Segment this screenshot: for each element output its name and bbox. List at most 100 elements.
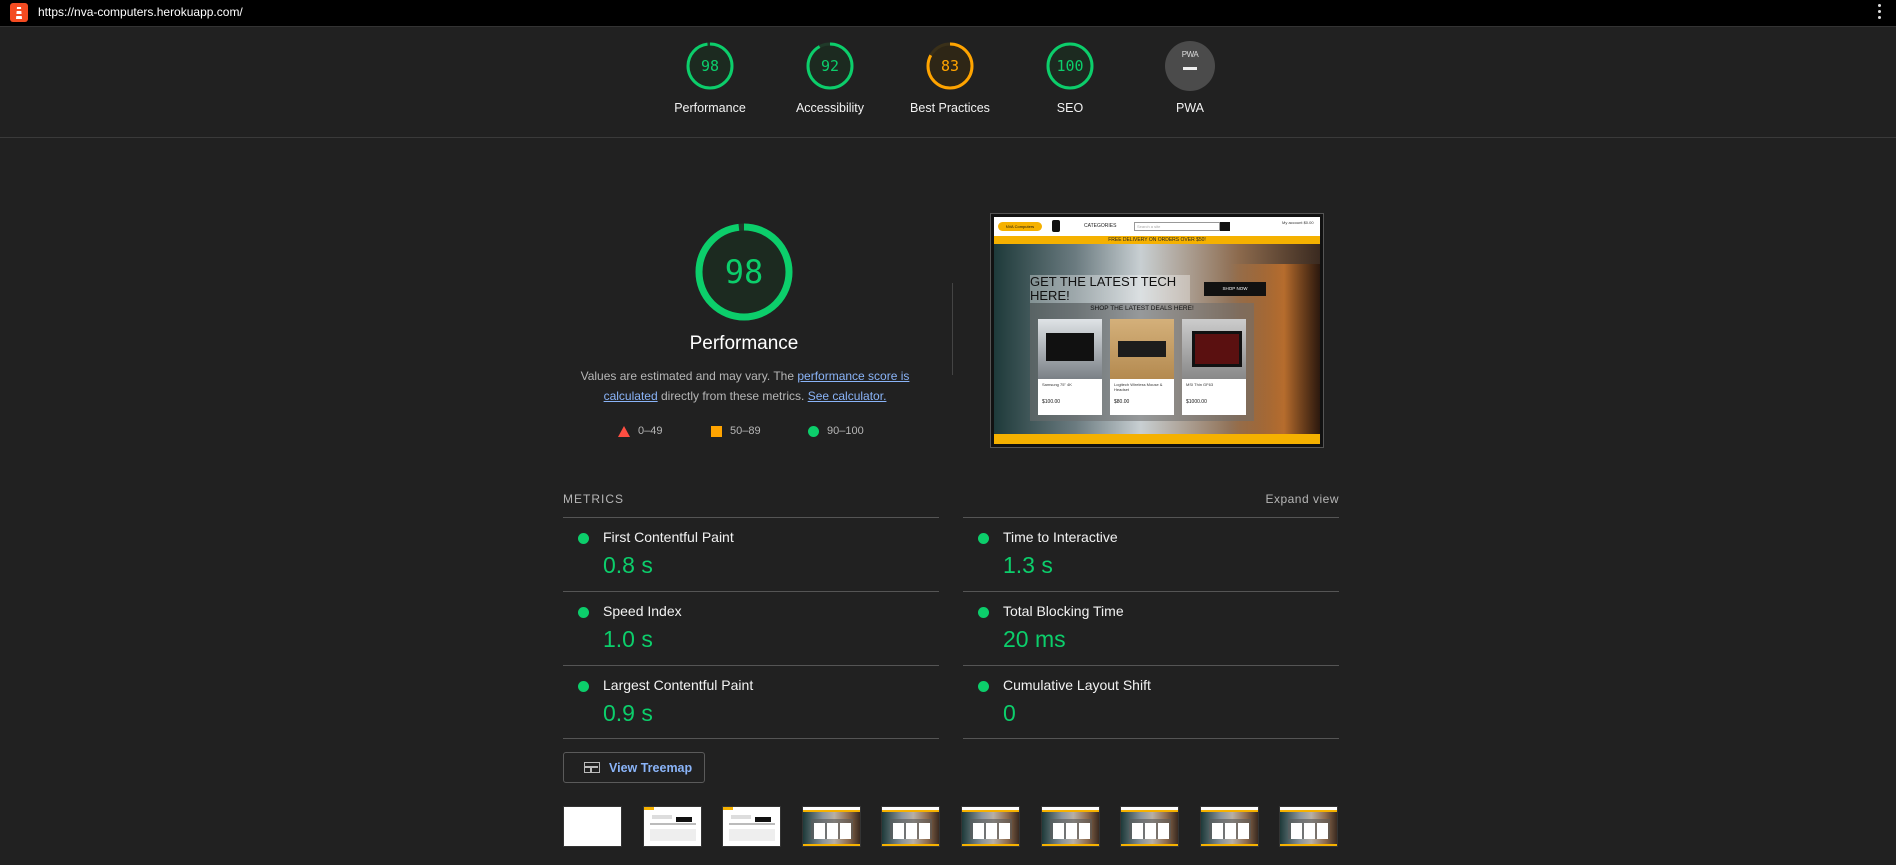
pwa-badge-icon: PWA [1165,41,1215,91]
gauge-accessibility[interactable]: 92 Accessibility [760,41,900,115]
site-categories: CATEGORIES [1084,223,1117,229]
scale-average: 50–89 [711,425,761,437]
product-price: $1000.00 [1186,399,1207,405]
pass-circle-icon [978,607,989,618]
delivery-banner: FREE DELIVERY ON ORDERS OVER $50! [994,236,1320,244]
filmstrip-frame [961,806,1020,847]
divider [563,738,939,739]
metric-name: Cumulative Layout Shift [1003,677,1151,693]
performance-score: 98 [724,253,764,291]
metric-name: Total Blocking Time [1003,603,1124,619]
category-label: SEO [1056,101,1084,115]
metric-value: 1.0 s [603,626,653,652]
metric-largest-contentful-paint: Largest Contentful Paint 0.9 s [563,665,939,739]
gauge-performance[interactable]: 98 Performance [640,41,780,115]
product-card: Logitech Wireless Mouse & Headset $80.00 [1110,319,1174,415]
metric-first-contentful-paint: First Contentful Paint 0.8 s [563,517,939,591]
lighthouse-icon [10,3,28,22]
product-name: Logitech Wireless Mouse & Headset [1114,382,1163,392]
category-label: Best Practices [910,101,990,115]
divider [963,738,1339,739]
metric-name: Time to Interactive [1003,529,1118,545]
product-price: $100.00 [1042,399,1061,405]
score-value: 83 [940,57,960,75]
deals-panel: SHOP THE LATEST DEALS HERE! Samsung 75" … [1030,303,1254,421]
gauge-best-practices[interactable]: 83 Best Practices [880,41,1020,115]
metrics-title: METRICS [563,492,624,506]
scale-range: 90–100 [827,425,864,437]
gauge-seo[interactable]: 100 SEO [1000,41,1140,115]
filmstrip-frame [722,806,781,847]
scale-fail: 0–49 [618,425,662,437]
score-value: 98 [700,57,720,75]
filmstrip-frame [802,806,861,847]
pass-circle-icon [578,607,589,618]
metrics-header: METRICS Expand view [563,492,1339,508]
metric-time-to-interactive: Time to Interactive 1.3 s [963,517,1339,591]
metric-value: 0.9 s [603,700,653,726]
pass-circle-icon [578,533,589,544]
product-name: Samsung 75" 4K [1042,382,1072,387]
see-calculator-link[interactable]: See calculator. [808,389,887,403]
divider [952,283,953,375]
category-summary: 98 Performance 92 Accessibility 83 Best … [0,27,1896,138]
site-navbar: NVA Computers CATEGORIES Search a site M… [994,217,1320,236]
gauge-pwa[interactable]: PWA PWA [1120,41,1260,115]
product-card: Samsung 75" 4K $100.00 [1038,319,1102,415]
performance-title: Performance [689,333,799,354]
performance-description: Values are estimated and may vary. The p… [572,366,918,406]
site-search: Search a site [1134,222,1220,231]
scale-pass: 90–100 [808,425,864,437]
metric-value: 0 [1003,700,1016,726]
metric-value: 1.3 s [1003,552,1053,578]
hero-image: GET THE LATEST TECH HERE! SHOP NOW SHOP … [994,244,1320,434]
treemap-icon [584,762,600,773]
pass-circle-icon [978,681,989,692]
triangle-icon [618,425,630,437]
filmstrip-frame [1200,806,1259,847]
pwa-badge-text: PWA [1181,50,1199,59]
filmstrip-frame [881,806,940,847]
filmstrip-frame [563,806,622,847]
page-url[interactable]: https://nva-computers.herokuapp.com/ [38,5,243,19]
category-label: Accessibility [795,101,865,115]
scale-range: 0–49 [638,425,663,437]
metric-value: 0.8 s [603,552,653,578]
product-price: $80.00 [1114,399,1130,405]
bag-total: $0.00 [1303,220,1314,225]
circle-icon [808,425,819,437]
kebab-menu-icon[interactable] [1878,4,1882,22]
search-icon [1220,222,1230,231]
hero-heading: GET THE LATEST TECH HERE! [1030,275,1190,303]
deals-title: SHOP THE LATEST DEALS HERE! [1090,305,1194,312]
pass-circle-icon [578,681,589,692]
filmstrip-frame [1041,806,1100,847]
metric-name: Speed Index [603,603,682,619]
desc-text: directly from these metrics. [657,389,808,403]
category-label: PWA [1175,101,1204,115]
final-screenshot[interactable]: NVA Computers CATEGORIES Search a site M… [990,213,1324,448]
view-treemap-button[interactable]: View Treemap [563,752,705,783]
filmstrip-frame [643,806,702,847]
flag-icon [1052,220,1060,232]
site-account: My account $0.00 [1282,220,1314,225]
metric-name: Largest Contentful Paint [603,677,754,693]
shop-now-button: SHOP NOW [1204,282,1266,296]
metric-value: 20 ms [1003,626,1066,652]
pass-circle-icon [978,533,989,544]
scale-range: 50–89 [730,425,761,437]
metric-name: First Contentful Paint [603,529,734,545]
account-label: My account [1282,220,1303,225]
view-treemap-label: View Treemap [609,761,693,775]
expand-view-toggle[interactable]: Expand view [1265,492,1339,506]
product-card: MSI Thin GF63 $1000.00 [1182,319,1246,415]
site-footer-bar [994,434,1320,444]
desc-text: Values are estimated and may vary. The [580,369,798,383]
url-bar: https://nva-computers.herokuapp.com/ [0,0,1896,27]
metric-total-blocking-time: Total Blocking Time 20 ms [963,591,1339,665]
category-label: Performance [674,101,746,115]
metric-cumulative-layout-shift: Cumulative Layout Shift 0 [963,665,1339,739]
product-name: MSI Thin GF63 [1186,382,1214,387]
square-icon [711,425,722,437]
filmstrip-frame [1279,806,1338,847]
